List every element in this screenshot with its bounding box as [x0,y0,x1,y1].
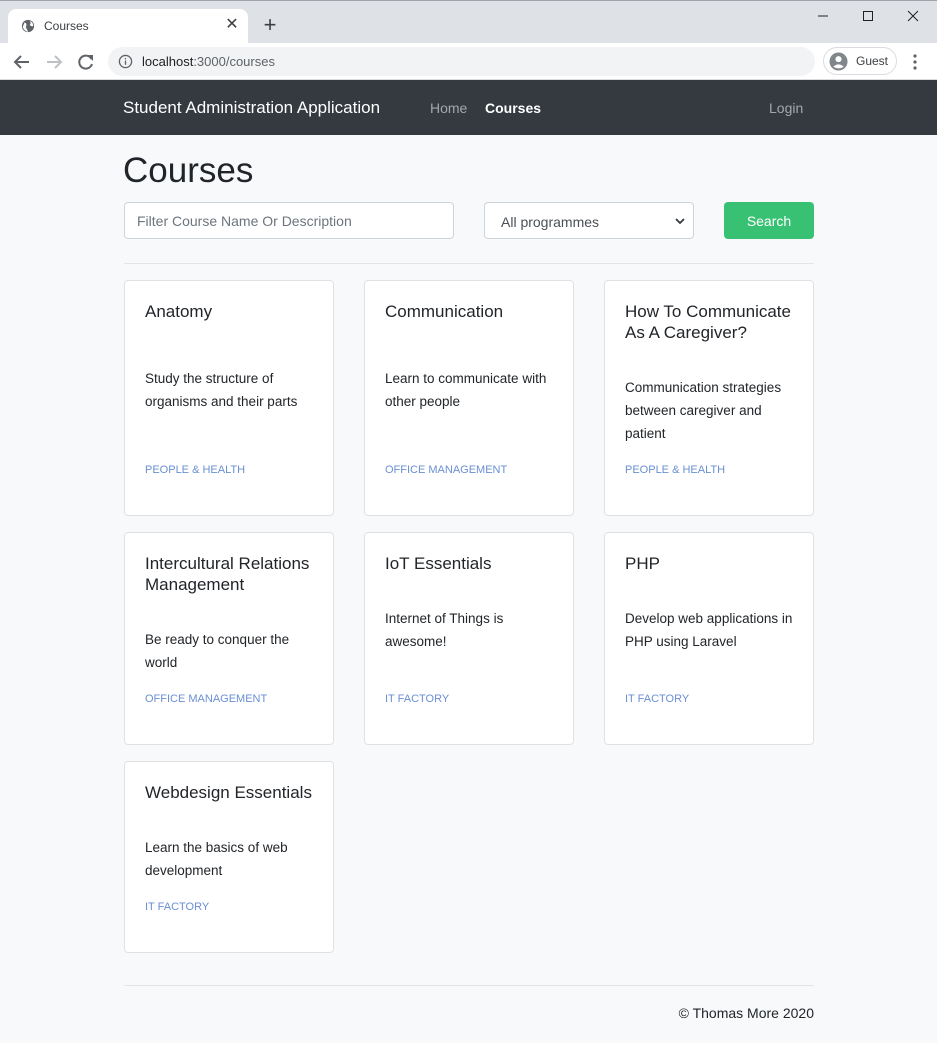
chevron-down-icon [675,218,685,225]
filter-input[interactable] [124,202,454,239]
footer-copyright: © Thomas More 2020 [678,1005,814,1021]
course-title: How To Communicate As A Caregiver? [625,302,791,342]
course-programme-link[interactable]: IT FACTORY [145,901,209,913]
course-title: Communication [385,302,504,321]
course-card: Webdesign Essentials Learn the basics of… [124,761,334,953]
course-card: Anatomy Study the structure of organisms… [124,280,334,516]
globe-icon [21,19,35,33]
course-title: PHP [625,554,660,573]
course-title: Intercultural Relations Management [145,554,310,594]
course-title: Anatomy [145,302,213,321]
browser-tab[interactable]: Courses ✕ [8,9,248,44]
profile-button[interactable]: Guest [823,47,897,75]
search-button[interactable]: Search [724,202,814,239]
nav-link-login[interactable]: Login [769,100,803,116]
course-programme-link[interactable]: PEOPLE & HEALTH [145,464,245,476]
back-arrow-icon[interactable] [11,51,33,73]
tab-title: Courses [44,19,89,33]
programme-select-value: All programmes [501,214,600,230]
info-icon[interactable] [118,54,133,69]
course-title: IoT Essentials [385,554,492,573]
new-tab-icon[interactable]: + [258,14,282,36]
course-card: How To Communicate As A Caregiver? Commu… [604,280,814,516]
programme-select[interactable]: All programmes [484,202,694,239]
course-programme-link[interactable]: OFFICE MANAGEMENT [385,464,507,476]
browser-toolbar: localhost:3000/courses Guest [0,43,937,80]
tab-close-icon[interactable]: ✕ [222,15,242,35]
course-description: Be ready to conquer the world [145,632,290,670]
course-card: Communication Learn to communicate with … [364,280,574,516]
course-description: Develop web applications in PHP using La… [625,611,793,649]
nav-link-home[interactable]: Home [430,100,467,116]
forward-arrow-icon[interactable] [43,51,65,73]
navbar: Student Administration Application Home … [0,80,937,135]
course-programme-link[interactable]: PEOPLE & HEALTH [625,464,725,476]
url-host: localhost [142,54,194,69]
profile-label: Guest [856,54,889,68]
brand-link[interactable]: Student Administration Application [123,98,380,118]
course-description: Internet of Things is awesome! [385,611,504,649]
maximize-icon[interactable] [853,5,883,27]
course-card: IoT Essentials Internet of Things is awe… [364,532,574,745]
course-description: Study the structure of organisms and the… [145,371,298,409]
reload-icon[interactable] [75,51,97,73]
address-bar[interactable]: localhost:3000/courses [108,47,815,76]
course-card: PHP Develop web applications in PHP usin… [604,532,814,745]
course-programme-link[interactable]: IT FACTORY [385,693,449,705]
url-text: localhost:3000/courses [142,54,275,69]
course-description: Learn the basics of web development [145,840,288,878]
url-path: :3000/courses [193,54,275,69]
page-title: Courses [123,151,254,190]
avatar-icon [829,52,848,71]
course-programme-link[interactable]: IT FACTORY [625,693,689,705]
footer-divider [124,985,814,986]
divider [124,263,814,264]
nav-link-courses[interactable]: Courses [485,100,541,116]
browser-tab-strip: Courses ✕ + [0,0,937,44]
kebab-menu-icon[interactable] [906,51,924,73]
course-card: Intercultural Relations Management Be re… [124,532,334,745]
course-description: Learn to communicate with other people [385,371,547,409]
minimize-icon[interactable] [808,5,838,27]
course-title: Webdesign Essentials [145,783,312,802]
window-close-icon[interactable] [898,5,928,27]
course-description: Communication strategies between caregiv… [625,380,782,441]
course-programme-link[interactable]: OFFICE MANAGEMENT [145,693,267,705]
